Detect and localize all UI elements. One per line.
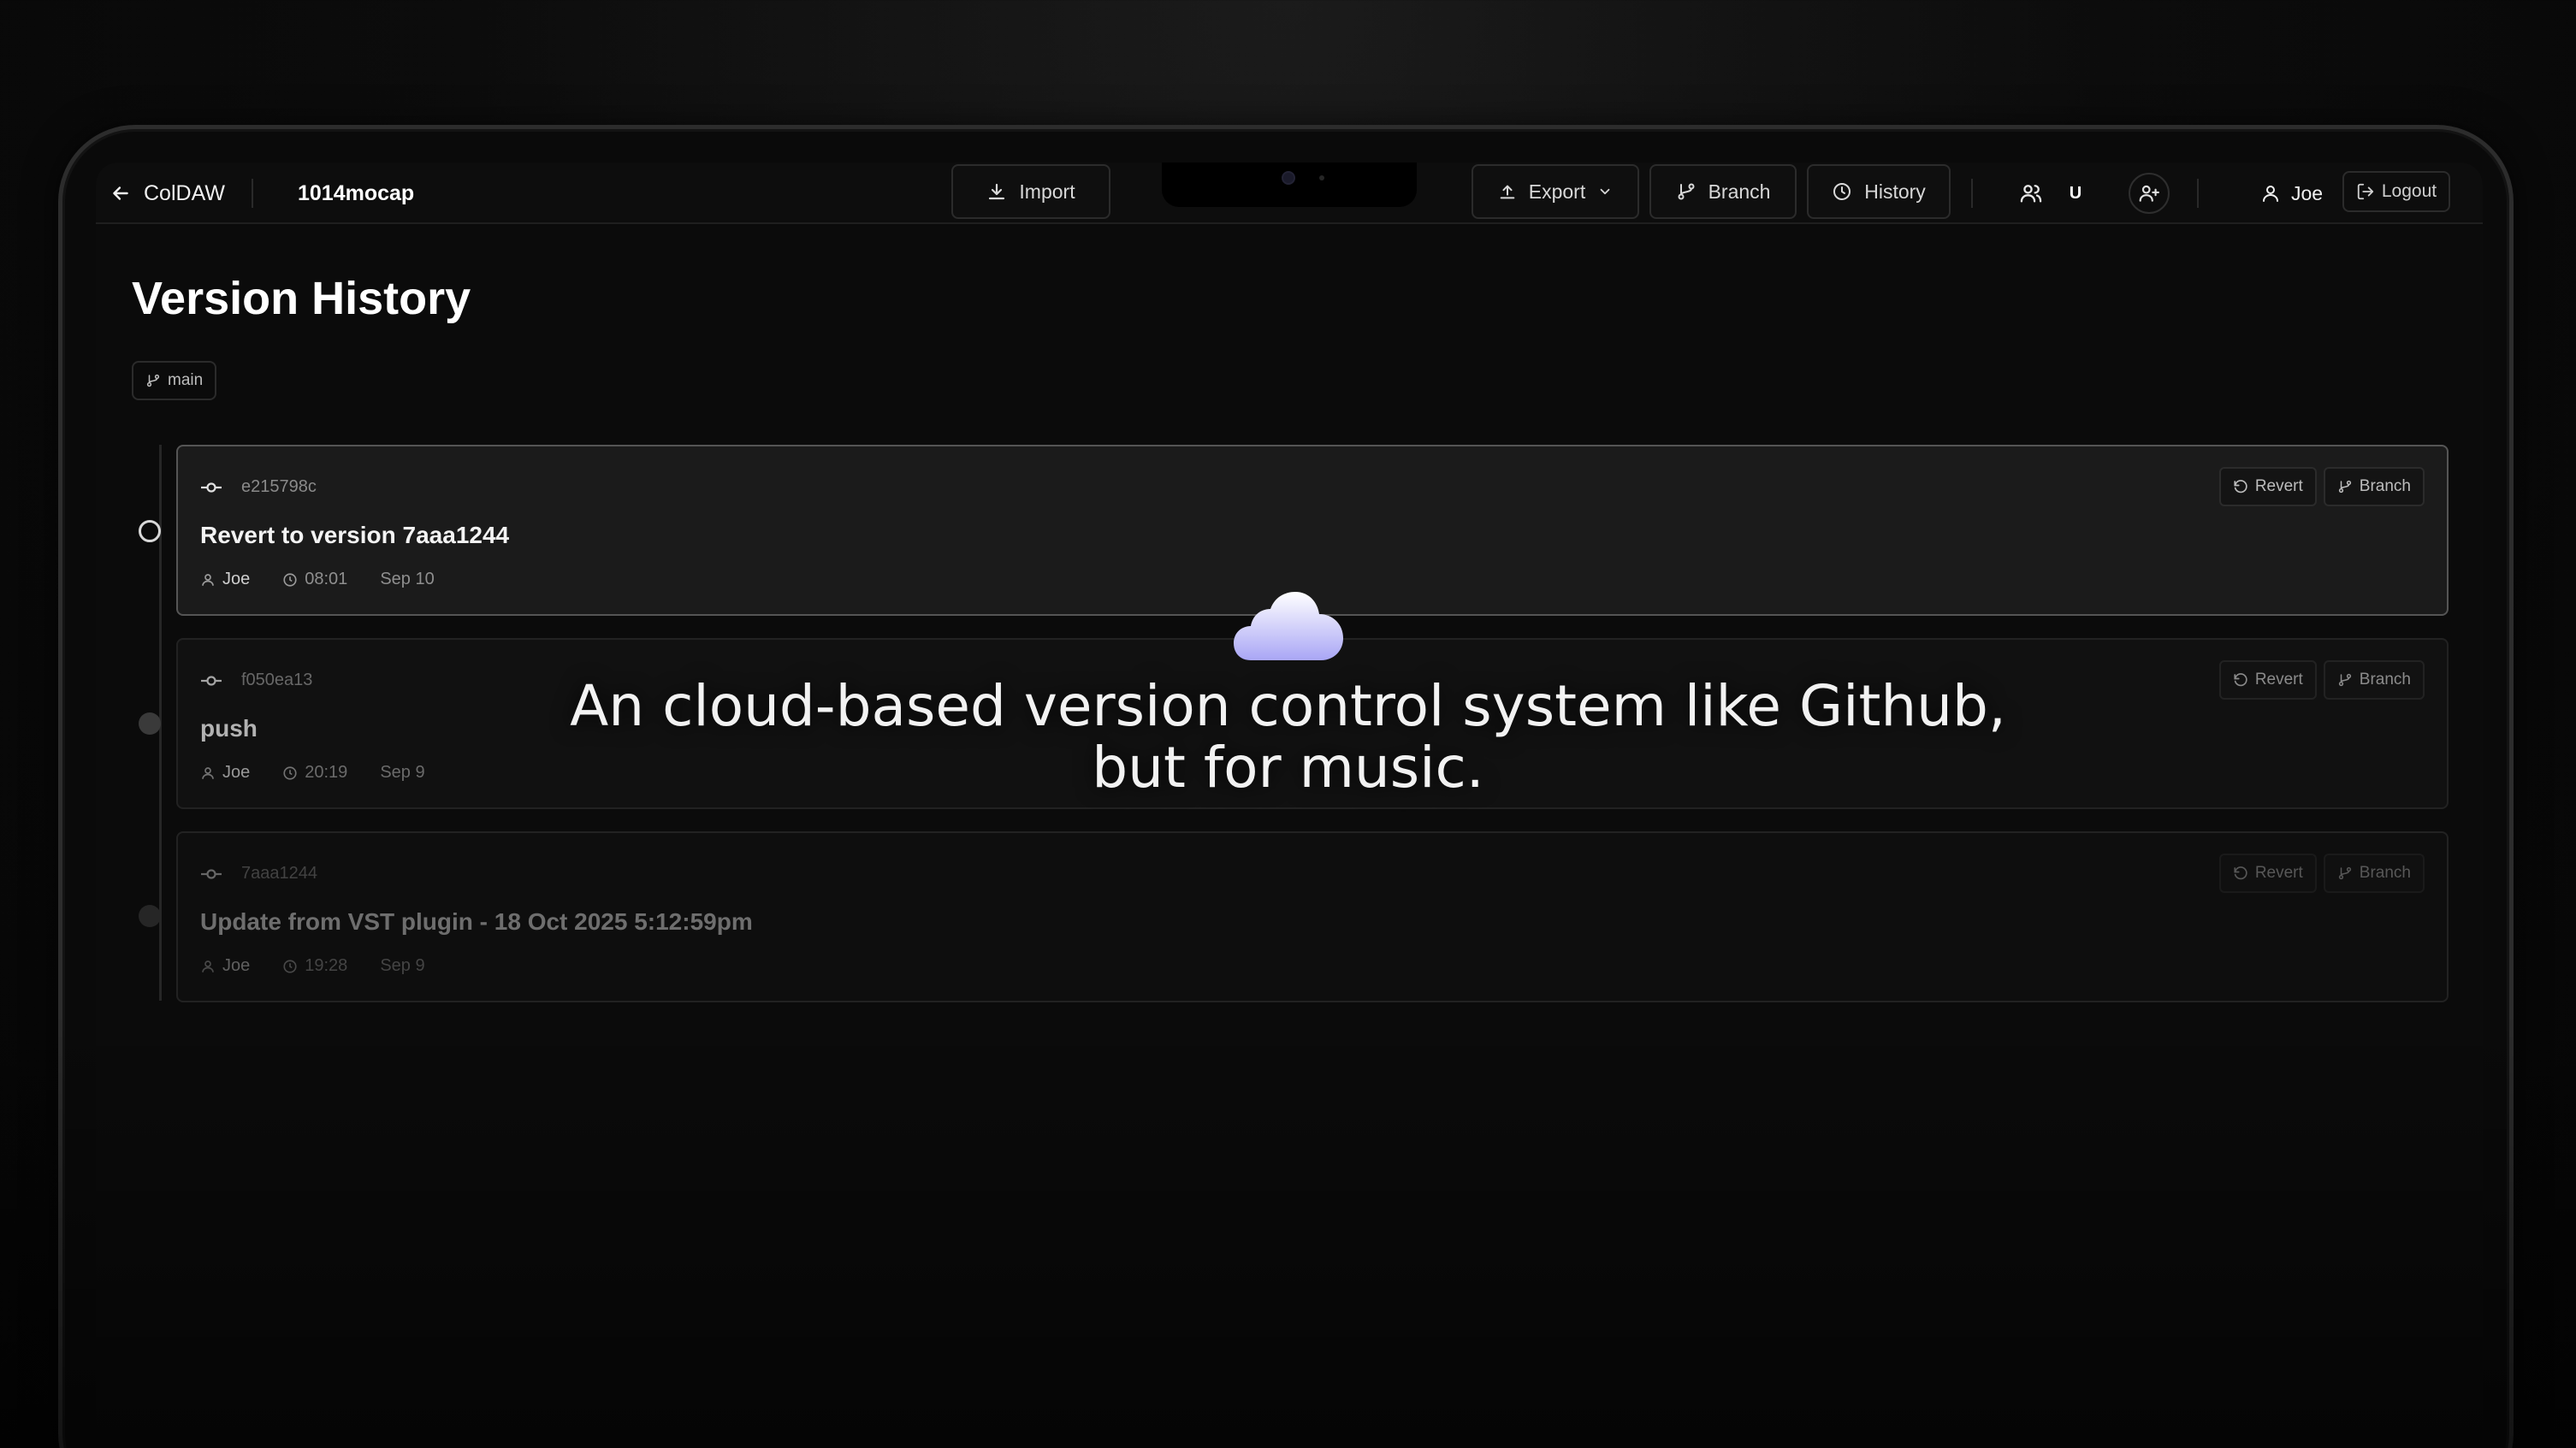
commit-card[interactable]: 7aaa1244 Update from VST plugin - 18 Oct… — [176, 831, 2449, 1002]
import-button[interactable]: Import — [951, 164, 1110, 219]
commit-author: Joe — [200, 570, 250, 589]
commit-hash: e215798c — [241, 477, 317, 496]
user-plus-icon — [2138, 182, 2160, 204]
commit-actions: Revert Branch — [2218, 467, 2425, 506]
commit-hash: 7aaa1244 — [241, 864, 317, 883]
current-user[interactable]: Joe — [2260, 178, 2323, 209]
branch-selector[interactable]: main — [132, 361, 217, 400]
top-bar: ColDAW 1014mocap Import Export Branch Hi… — [96, 163, 2483, 224]
branch-label: Branch — [2359, 864, 2411, 882]
commit-message: Update from VST plugin - 18 Oct 2025 5:1… — [200, 908, 753, 935]
rotate-ccw-icon — [2233, 479, 2248, 494]
user-icon — [200, 572, 216, 588]
timeline-node-current — [139, 520, 161, 542]
user-name: Joe — [2291, 181, 2324, 204]
export-button[interactable]: Export — [1472, 164, 1639, 219]
tagline: An cloud-based version control system li… — [0, 676, 2576, 799]
commit-meta: Joe 08:01 Sep 10 — [200, 570, 467, 589]
export-label: Export — [1528, 180, 1586, 203]
history-button[interactable]: History — [1807, 164, 1951, 219]
commit-time: 19:28 — [282, 956, 347, 976]
time-value: 19:28 — [305, 956, 348, 975]
author-name: Joe — [222, 570, 251, 588]
timeline-node — [139, 905, 161, 927]
branch-name: main — [168, 371, 204, 389]
commit-date: Sep 9 — [380, 956, 425, 975]
back-button[interactable]: ColDAW — [110, 178, 225, 209]
git-commit-icon — [200, 866, 222, 882]
download-icon — [986, 181, 1007, 202]
branch-from-commit-button[interactable]: Branch — [2323, 854, 2425, 893]
branch-label: Branch — [1708, 180, 1771, 203]
divider — [2197, 179, 2199, 208]
commit-meta: Joe 19:28 Sep 9 — [200, 956, 458, 976]
sensor-dot — [1319, 175, 1324, 180]
tagline-line-2: but for music. — [1092, 735, 1484, 801]
clock-icon — [282, 572, 298, 588]
commit-message: Revert to version 7aaa1244 — [200, 522, 510, 548]
arrow-left-icon — [110, 182, 132, 204]
commit-author: Joe — [200, 956, 250, 976]
revert-button[interactable]: Revert — [2218, 854, 2317, 893]
commit-date: Sep 10 — [380, 570, 435, 588]
camera-icon — [1282, 171, 1295, 185]
branch-from-commit-button[interactable]: Branch — [2323, 467, 2425, 506]
clock-icon — [282, 959, 298, 974]
git-branch-icon — [145, 373, 161, 388]
project-name: 1014mocap — [298, 180, 415, 205]
git-branch-icon — [1676, 181, 1697, 202]
camera-notch — [1162, 163, 1417, 207]
revert-button[interactable]: Revert — [2218, 467, 2317, 506]
clock-icon — [1832, 181, 1852, 202]
git-branch-icon — [2337, 866, 2353, 881]
user-icon — [2260, 183, 2281, 204]
logout-button[interactable]: Logout — [2342, 171, 2450, 212]
history-label: History — [1864, 180, 1926, 203]
user-icon — [200, 959, 216, 974]
import-label: Import — [1019, 180, 1075, 203]
collaborators-button[interactable] — [2016, 178, 2046, 209]
tagline-line-1: An cloud-based version control system li… — [570, 673, 2006, 739]
branch-label: Branch — [2359, 477, 2411, 495]
commit-time: 08:01 — [282, 570, 347, 589]
revert-label: Revert — [2254, 864, 2303, 882]
logout-icon — [2356, 182, 2375, 201]
logout-label: Logout — [2381, 181, 2437, 201]
invite-user-button[interactable] — [2129, 173, 2170, 214]
time-value: 08:01 — [305, 570, 348, 588]
git-commit-icon — [200, 480, 222, 495]
author-name: Joe — [222, 956, 251, 975]
cloud-icon — [1232, 590, 1345, 662]
branch-button[interactable]: Branch — [1649, 164, 1797, 219]
user-avatar[interactable]: U — [2060, 178, 2091, 209]
divider — [252, 179, 253, 208]
commit-hash-row: e215798c — [200, 477, 317, 497]
rotate-ccw-icon — [2233, 866, 2248, 881]
commit-actions: Revert Branch — [2218, 854, 2425, 893]
users-icon — [2019, 181, 2043, 205]
page-title: Version History — [132, 273, 471, 324]
app-name: ColDAW — [144, 180, 225, 205]
chevron-down-icon — [1597, 184, 1613, 199]
divider — [1971, 179, 1973, 208]
bottom-fade — [0, 1009, 2576, 1448]
git-branch-icon — [2337, 479, 2353, 494]
revert-label: Revert — [2254, 477, 2303, 495]
commit-hash-row: 7aaa1244 — [200, 864, 317, 884]
upload-icon — [1498, 182, 1517, 201]
